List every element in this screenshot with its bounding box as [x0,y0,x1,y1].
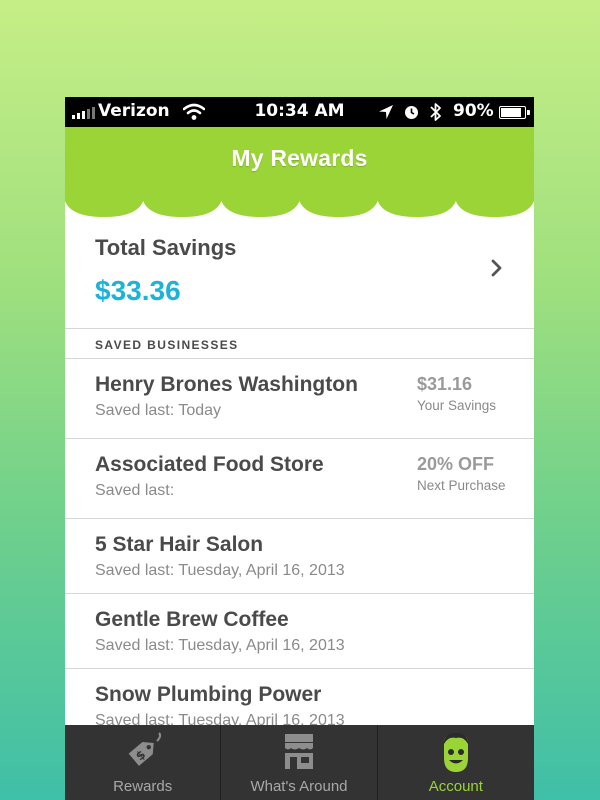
storefront-icon [284,734,313,769]
business-name: 5 Star Hair Salon [95,533,264,556]
saved-businesses-header: SAVED BUSINESSES [65,329,534,359]
business-name: Gentle Brew Coffee [95,608,289,631]
battery-percentage: 90% [453,101,494,121]
tab-label: Rewards [113,778,173,795]
battery-icon [499,106,530,119]
total-savings-card[interactable]: Total Savings $33.36 [65,223,534,329]
price-tag-icon: $ [128,732,161,766]
status-bar: Verizon 10:34 AM 90% [65,97,534,127]
list-item[interactable]: Gentle Brew Coffee Saved last: Tuesday, … [65,594,534,669]
tab-label: What's Around [250,778,348,795]
phone-screen: Verizon 10:34 AM 90% My Rewards Total Sa… [65,97,534,800]
tab-rewards[interactable]: $ Rewards [65,725,222,800]
total-savings-amount: $33.36 [95,275,181,306]
tab-whats-around[interactable]: What's Around [221,725,378,800]
scalloped-header-background [65,127,534,217]
saved-last-text: Saved last: Tuesday, April 16, 2013 [95,637,345,654]
location-arrow-icon [379,105,393,119]
business-offer-value: 20% OFF [417,454,495,474]
saved-businesses-list: Henry Brones Washington Saved last: Toda… [65,359,534,744]
tab-label: Account [428,778,483,795]
list-item[interactable]: Henry Brones Washington Saved last: Toda… [65,359,534,439]
business-savings-value: $31.16 [417,374,473,394]
tab-account[interactable]: Account [378,725,534,800]
smiley-face-icon [443,733,468,772]
list-item[interactable]: Associated Food Store Saved last: 20% OF… [65,439,534,519]
section-title: SAVED BUSINESSES [95,338,239,352]
business-savings-caption: Your Savings [417,398,497,413]
saved-last-text: Saved last: Today [95,402,222,419]
business-offer-caption: Next Purchase [417,478,506,493]
saved-last-text: Saved last: [95,482,175,499]
business-name: Associated Food Store [95,453,324,476]
tab-bar: $ Rewards What's Around Account [65,725,534,800]
chevron-right-icon [491,259,502,277]
header-bar: My Rewards [65,127,534,223]
list-item[interactable]: 5 Star Hair Salon Saved last: Tuesday, A… [65,519,534,594]
page-title: My Rewards [231,145,368,171]
saved-last-text: Saved last: Tuesday, April 16, 2013 [95,562,345,579]
total-savings-label: Total Savings [95,235,237,260]
bluetooth-icon [430,103,441,121]
business-name: Snow Plumbing Power [95,683,322,706]
alarm-clock-icon [405,106,418,119]
business-name: Henry Brones Washington [95,373,358,396]
